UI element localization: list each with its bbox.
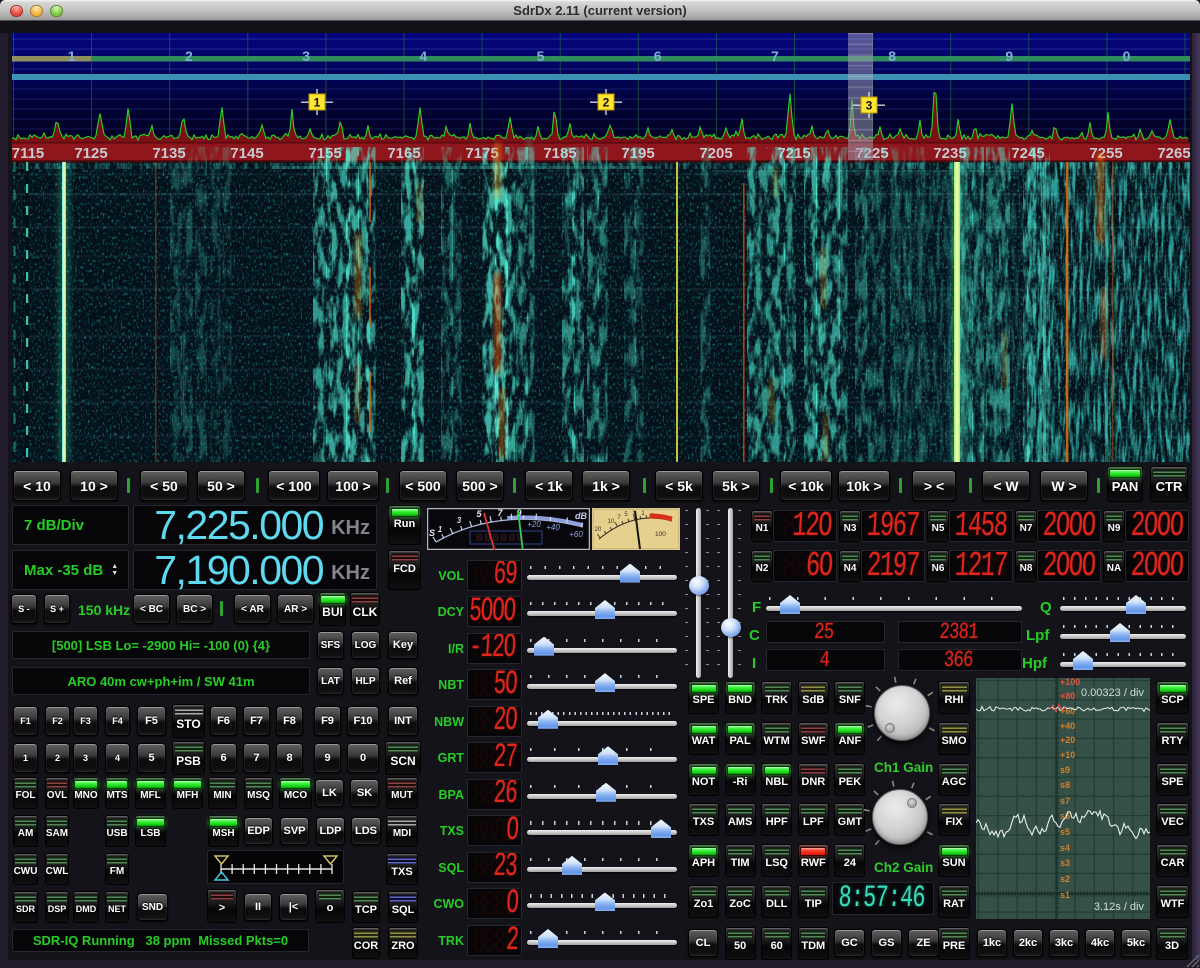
svg-text:2: 2 xyxy=(185,48,193,64)
svg-text:3.12s / div: 3.12s / div xyxy=(1094,901,1145,913)
svg-text:2: 2 xyxy=(603,96,610,110)
svg-text:3: 3 xyxy=(457,516,462,525)
svg-text:7195: 7195 xyxy=(621,145,654,162)
svg-text:+80: +80 xyxy=(1060,691,1075,701)
svg-text:s9: s9 xyxy=(1060,765,1070,775)
svg-text:7255: 7255 xyxy=(1089,145,1122,162)
svg-text:7145: 7145 xyxy=(230,145,263,162)
svg-text:1: 1 xyxy=(314,96,321,110)
svg-text:s3: s3 xyxy=(1060,858,1070,868)
svg-text:s5: s5 xyxy=(1060,827,1070,837)
svg-text:s6: s6 xyxy=(1060,811,1070,821)
svg-text:+20: +20 xyxy=(1060,735,1075,745)
svg-text:6: 6 xyxy=(654,48,662,64)
svg-text:20: 20 xyxy=(595,527,602,533)
svg-text:3: 3 xyxy=(866,99,873,113)
svg-text:7125: 7125 xyxy=(74,145,107,162)
svg-text:+10: +10 xyxy=(1060,750,1075,760)
svg-text:s7: s7 xyxy=(1060,796,1070,806)
svg-text:7235: 7235 xyxy=(933,145,966,162)
svg-text:dB: dB xyxy=(575,511,587,521)
svg-text:4: 4 xyxy=(419,48,427,64)
svg-text:+60: +60 xyxy=(569,530,583,539)
svg-text:9: 9 xyxy=(1005,48,1013,64)
svg-text:5: 5 xyxy=(537,48,545,64)
svg-text:+100: +100 xyxy=(1060,678,1080,687)
svg-text:+40: +40 xyxy=(546,523,560,532)
svg-text:10: 10 xyxy=(608,519,615,525)
svg-text:000000: 000000 xyxy=(476,533,525,545)
svg-text:+40: +40 xyxy=(1060,721,1075,731)
svg-text:+20: +20 xyxy=(527,520,541,529)
svg-text:s4: s4 xyxy=(1060,843,1070,853)
svg-text:s1: s1 xyxy=(1060,890,1070,900)
svg-text:0.00323 / div: 0.00323 / div xyxy=(1081,687,1144,699)
svg-text:8: 8 xyxy=(888,48,896,64)
svg-text:7155: 7155 xyxy=(308,145,341,162)
svg-text:7135: 7135 xyxy=(152,145,185,162)
svg-text:7215: 7215 xyxy=(777,145,810,162)
svg-text:7175: 7175 xyxy=(465,145,498,162)
svg-text:7185: 7185 xyxy=(543,145,576,162)
svg-text:1: 1 xyxy=(438,525,443,534)
svg-text:7265: 7265 xyxy=(1157,145,1190,162)
svg-text:7: 7 xyxy=(771,48,779,64)
svg-text:100: 100 xyxy=(655,531,666,538)
svg-text:0: 0 xyxy=(1123,48,1131,64)
svg-text:7115: 7115 xyxy=(12,145,44,162)
svg-text:s2: s2 xyxy=(1060,874,1070,884)
svg-text:7205: 7205 xyxy=(699,145,732,162)
svg-text:1: 1 xyxy=(68,48,76,64)
svg-text:3: 3 xyxy=(302,48,310,64)
svg-text:s8: s8 xyxy=(1060,780,1070,790)
svg-text:7245: 7245 xyxy=(1011,145,1044,162)
svg-text:S: S xyxy=(429,528,435,538)
svg-text:7165: 7165 xyxy=(387,145,420,162)
